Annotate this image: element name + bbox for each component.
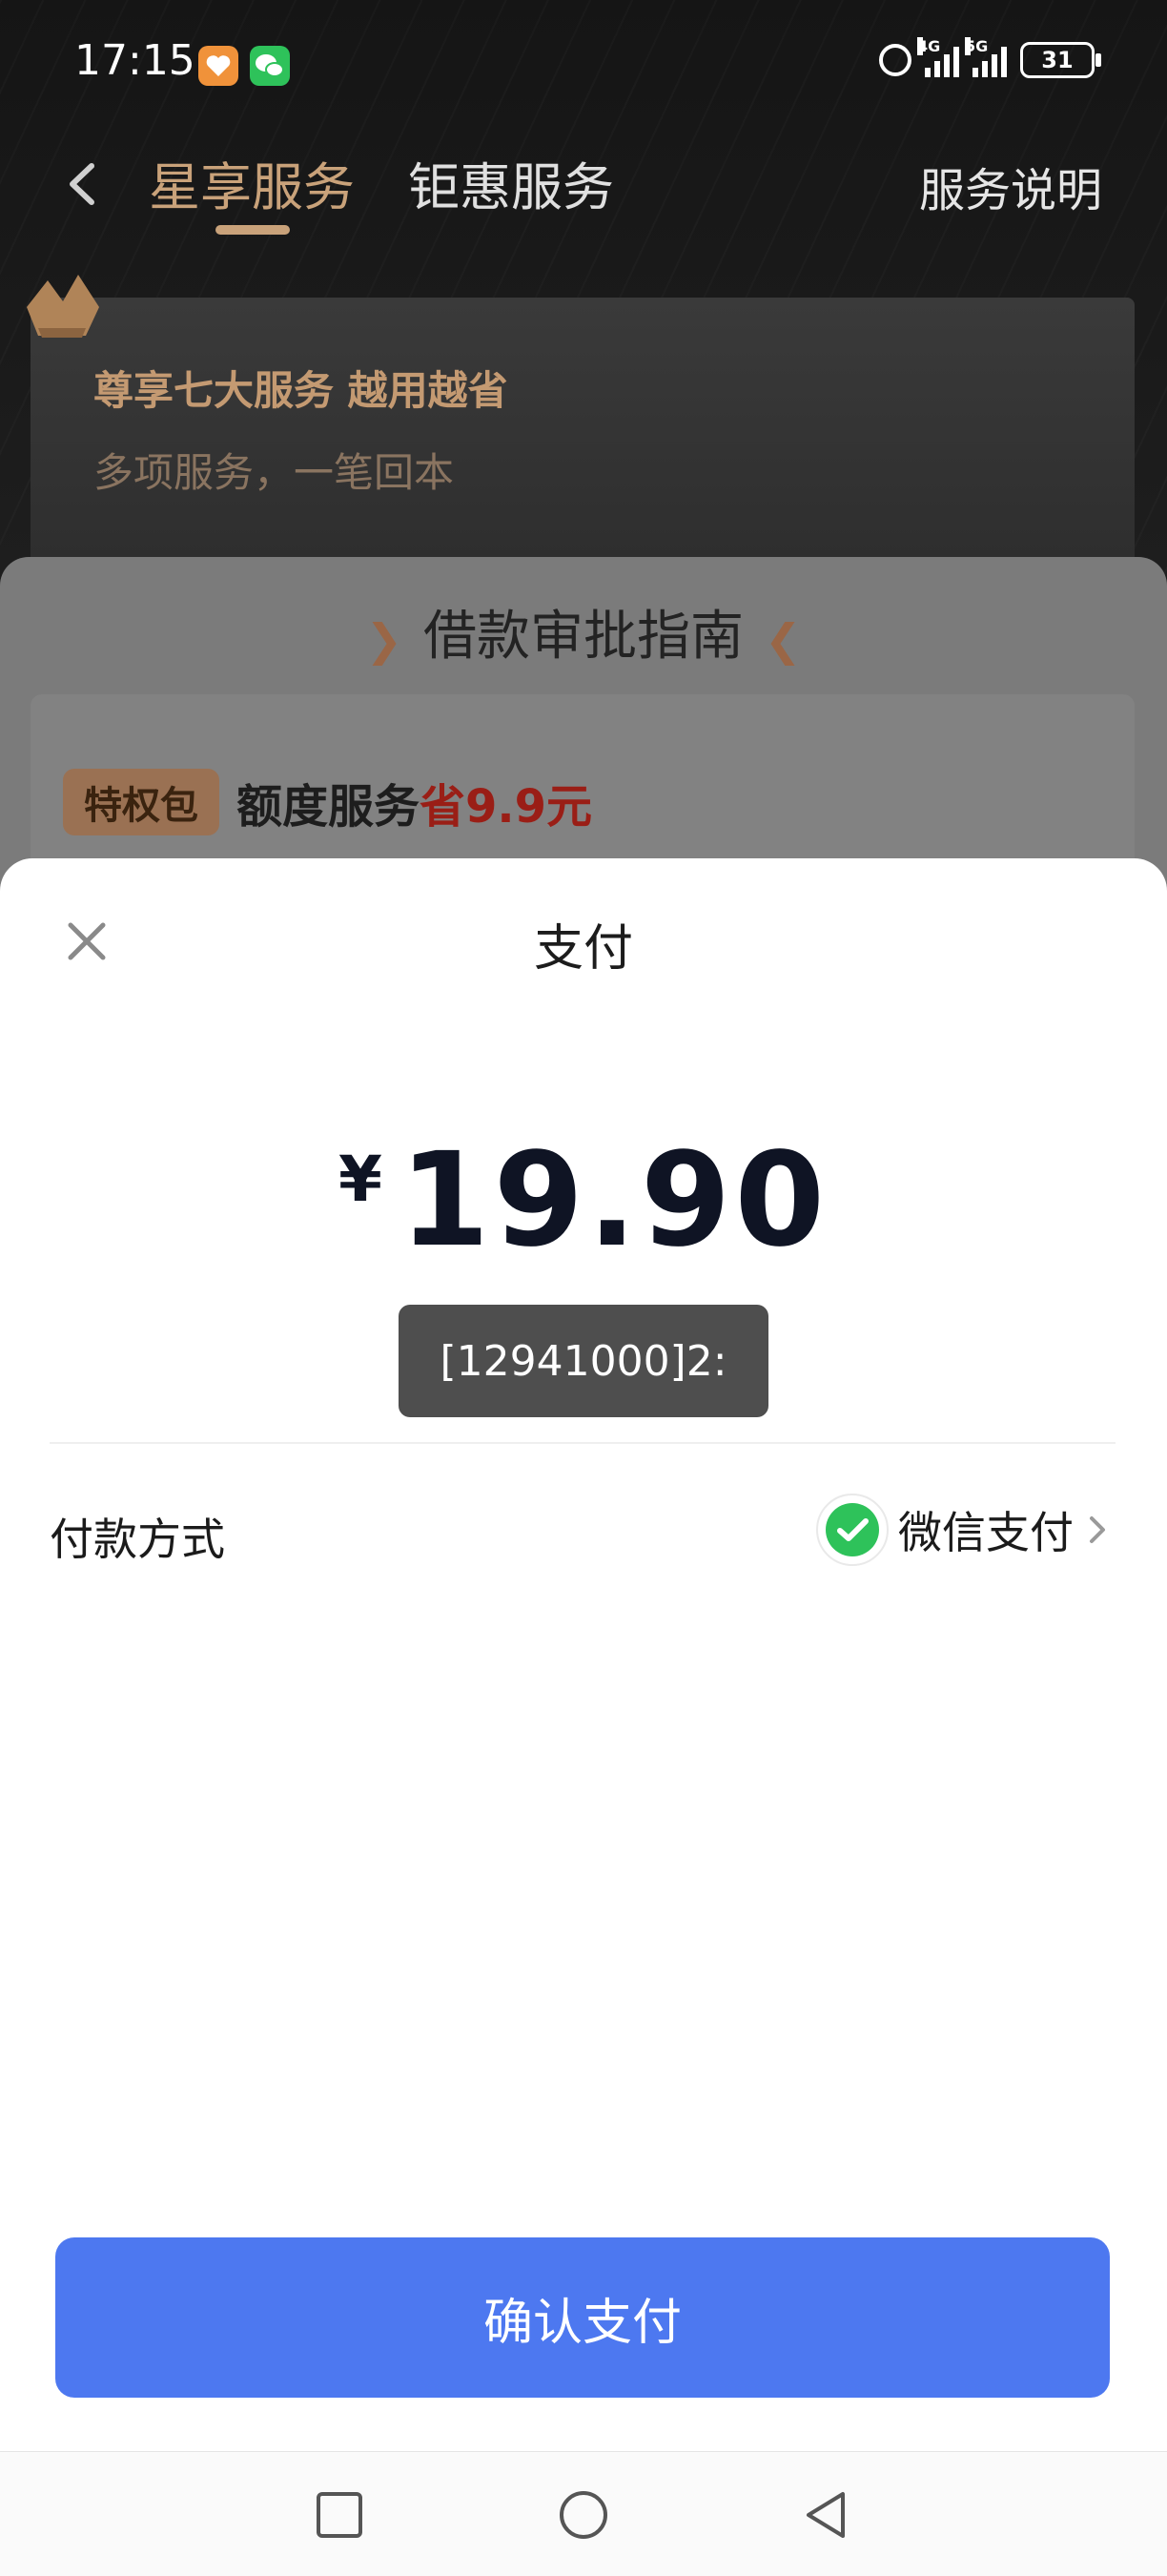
back-icon[interactable] bbox=[801, 2488, 854, 2542]
alarm-icon bbox=[879, 44, 911, 76]
loan-guide-title: 借款审批指南 bbox=[423, 606, 744, 668]
back-arrow-icon[interactable] bbox=[59, 158, 111, 210]
signal-4g-label: 4G bbox=[917, 37, 941, 55]
status-indicators: 4G 5G 31 bbox=[879, 37, 1101, 78]
membership-card: 尊享七大服务 越用越省 多项服务，一笔回本 bbox=[31, 298, 1135, 584]
chevron-right-icon bbox=[1090, 1516, 1105, 1543]
amount-value: 19.90 bbox=[399, 1125, 829, 1276]
tab-star-service[interactable]: 星享服务 bbox=[149, 145, 355, 220]
payment-title: 支付 bbox=[533, 920, 633, 978]
chevron-right-icon: ❯ bbox=[365, 613, 402, 666]
divider bbox=[50, 1442, 1116, 1444]
tab-discount-service[interactable]: 钜惠服务 bbox=[408, 145, 614, 220]
loan-guide-heading: ❯ 借款审批指南 ❮ bbox=[0, 593, 1167, 670]
privilege-text: 额度服务 bbox=[236, 780, 420, 834]
system-navigation-bar bbox=[0, 2451, 1167, 2576]
wechat-pay-icon bbox=[816, 1494, 889, 1566]
recent-apps-icon[interactable] bbox=[313, 2488, 366, 2542]
privilege-savings: 省9.9元 bbox=[420, 780, 593, 834]
health-app-icon bbox=[198, 46, 238, 86]
payment-method-value: 微信支付 bbox=[898, 1507, 1074, 1558]
signal-5g-icon: 5G bbox=[965, 37, 1007, 77]
confirm-payment-button[interactable]: 确认支付 bbox=[55, 2237, 1110, 2398]
signal-5g-label: 5G bbox=[965, 37, 989, 55]
payment-amount: ¥19.90 bbox=[0, 1125, 1167, 1276]
toast-message: [12941000]2: bbox=[399, 1305, 768, 1417]
chevron-left-icon: ❮ bbox=[765, 613, 802, 666]
home-icon[interactable] bbox=[557, 2488, 610, 2542]
battery-indicator: 31 bbox=[1020, 42, 1101, 78]
status-time: 17:15 bbox=[74, 36, 195, 85]
payment-method-selector[interactable]: 微信支付 bbox=[816, 1494, 1112, 1566]
privilege-description: 额度服务省9.9元 bbox=[236, 769, 592, 835]
wechat-notification-icon bbox=[250, 46, 290, 86]
payment-sheet: 支付 ¥19.90 [12941000]2: 付款方式 微信支付 确认支付 bbox=[0, 858, 1167, 2451]
active-tab-indicator bbox=[215, 225, 290, 235]
privilege-badge: 特权包 bbox=[63, 769, 219, 835]
currency-symbol: ¥ bbox=[338, 1143, 382, 1216]
signal-4g-icon: 4G bbox=[917, 37, 959, 77]
service-description-link[interactable]: 服务说明 bbox=[919, 153, 1102, 219]
payment-method-label: 付款方式 bbox=[50, 1514, 225, 1565]
membership-title: 尊享七大服务 越用越省 bbox=[93, 367, 508, 414]
crown-icon bbox=[27, 275, 99, 338]
membership-subtitle: 多项服务，一笔回本 bbox=[93, 449, 455, 496]
